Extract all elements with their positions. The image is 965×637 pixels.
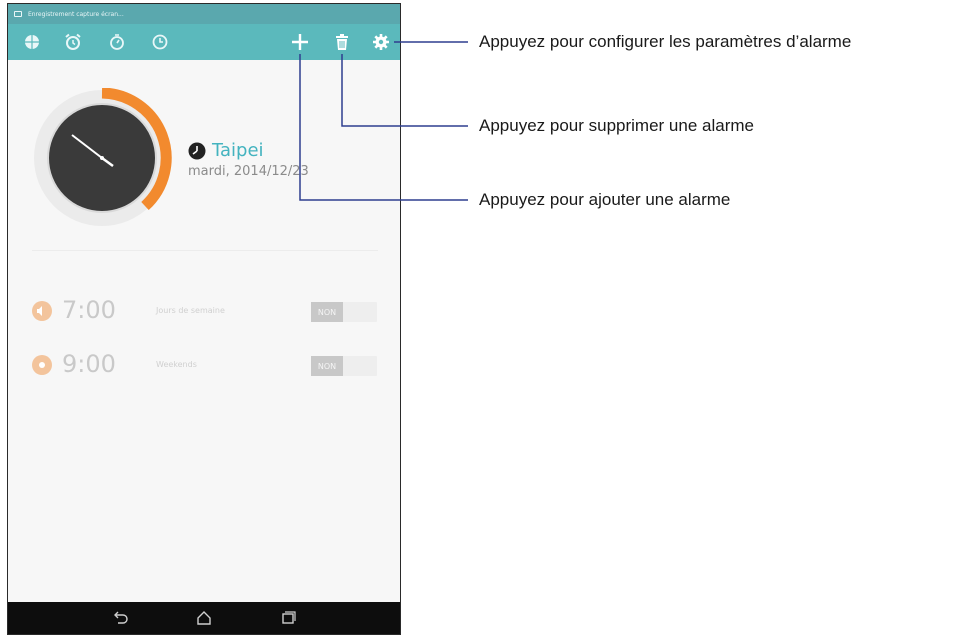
alarm-enabled-icon [32,355,52,375]
add-alarm-button[interactable] [291,33,309,51]
toolbar [8,24,400,60]
alarm-toggle[interactable]: NON [311,356,377,376]
navigation-bar [8,602,400,634]
home-button[interactable] [194,608,214,628]
clock-date: mardi, 2014/12/23 [188,164,309,179]
callout-delete: Appuyez pour supprimer une alarme [479,116,754,135]
delete-alarm-button[interactable] [333,33,351,51]
recent-apps-icon [282,611,296,624]
status-text: Enregistrement capture écran... [28,10,124,18]
tablet-screen: Enregistrement capture écran... Taipei m… [7,3,401,635]
toggle-state: NON [311,356,343,376]
alarm-tab[interactable] [64,33,82,51]
analog-clock [34,88,172,226]
gear-icon [373,34,389,50]
alarm-time: 7:00 [62,296,116,324]
add-icon [292,34,308,50]
screenshot-icon [14,11,22,17]
bell-icon [39,362,45,368]
stopwatch-icon [110,34,124,50]
clock-city: Taipei [188,140,264,161]
callout-add: Appuyez pour ajouter une alarme [479,190,731,209]
alarm-enabled-icon [32,301,52,321]
trash-icon [336,34,348,50]
clock-face-icon [188,142,206,159]
world-clock-tab[interactable] [23,33,41,51]
alarm-row[interactable]: 9:00 Weekends NON [32,350,378,382]
alarm-toggle[interactable]: NON [311,302,377,322]
alarm-time: 9:00 [62,350,116,378]
alarm-row[interactable]: 7:00 Jours de semaine NON [32,296,378,328]
settings-button[interactable] [372,33,390,51]
city-name: Taipei [212,140,264,161]
alarm-icon [65,33,81,50]
stopwatch-tab[interactable] [108,33,126,51]
home-icon [197,611,211,625]
timer-icon [152,34,168,50]
bell-icon [37,306,42,316]
toggle-state: NON [311,302,343,322]
back-icon [114,611,128,624]
callout-settings: Appuyez pour configurer les paramètres d… [479,32,852,51]
alarm-repeat-label: Jours de semaine [156,306,225,315]
divider [32,250,378,251]
timer-tab[interactable] [151,33,169,51]
alarm-content: Taipei mardi, 2014/12/23 7:00 Jours de s… [8,60,400,602]
alarm-repeat-label: Weekends [156,360,197,369]
back-button[interactable] [110,608,130,628]
status-bar: Enregistrement capture écran... [8,4,400,24]
world-clock-icon [25,35,39,49]
recent-apps-button[interactable] [278,608,298,628]
